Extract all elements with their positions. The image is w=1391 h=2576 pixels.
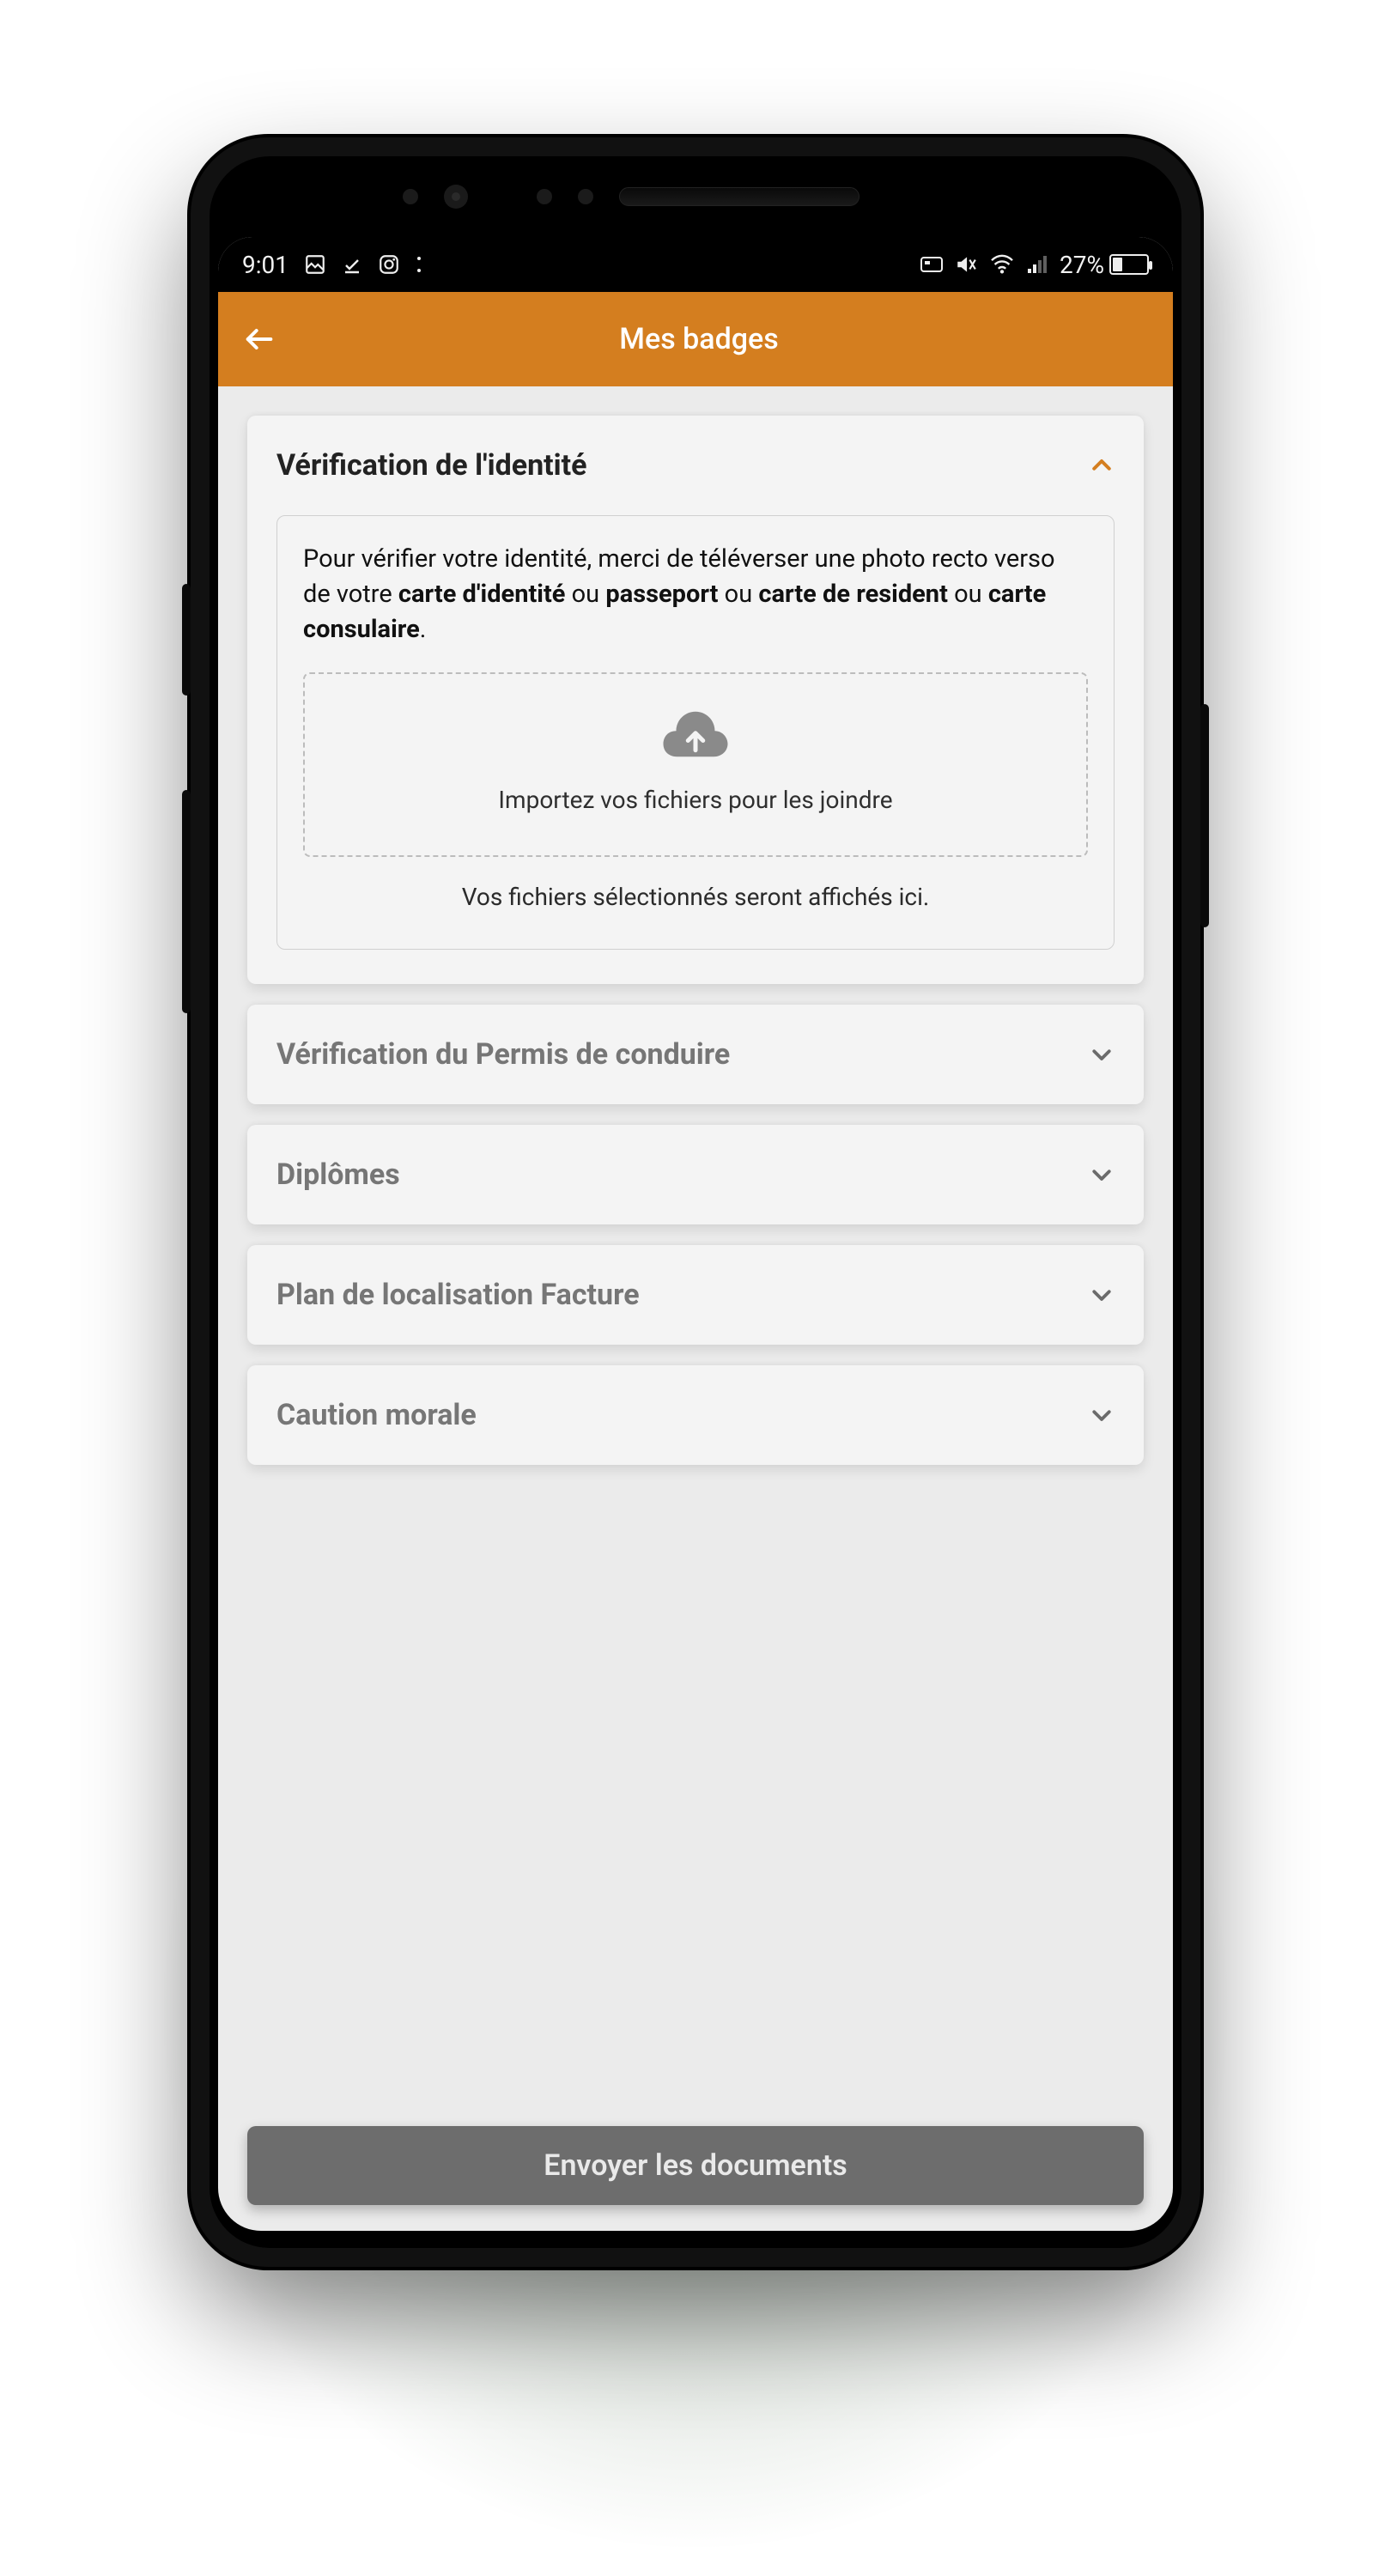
download-done-icon	[342, 254, 362, 275]
section-caution-toggle[interactable]: Caution morale	[247, 1365, 1144, 1465]
content-scroll[interactable]: Vérification de l'identité Pour vérifier…	[218, 386, 1173, 2231]
wifi-icon	[989, 254, 1015, 275]
chevron-down-icon	[1089, 1402, 1115, 1428]
chevron-down-icon	[1089, 1162, 1115, 1188]
status-bar: 9:01	[218, 237, 1173, 292]
section-permis-toggle[interactable]: Vérification du Permis de conduire	[247, 1005, 1144, 1104]
section-diplomes-title: Diplômes	[276, 1157, 400, 1192]
section-identity-toggle[interactable]: Vérification de l'identité	[247, 416, 1144, 515]
selected-files-hint: Vos fichiers sélectionnés seront affiché…	[303, 883, 1088, 911]
volume-button	[182, 584, 191, 696]
cloud-upload-icon	[661, 707, 730, 765]
section-identity-title: Vérification de l'identité	[276, 448, 587, 483]
battery-percent: 27%	[1060, 251, 1104, 279]
identity-instruction: Pour vérifier votre identité, merci de t…	[303, 542, 1088, 648]
phone-frame: 9:01	[191, 137, 1200, 2267]
chevron-down-icon	[1089, 1282, 1115, 1308]
chevron-up-icon	[1089, 453, 1115, 478]
bixby-button	[182, 790, 191, 1013]
app-bar: Mes badges	[218, 292, 1173, 386]
section-diplomes: Diplômes	[247, 1125, 1144, 1224]
section-permis-title: Vérification du Permis de conduire	[276, 1037, 730, 1072]
submit-documents-button[interactable]: Envoyer les documents	[247, 2126, 1144, 2205]
section-permis: Vérification du Permis de conduire	[247, 1005, 1144, 1104]
identity-info-box: Pour vérifier votre identité, merci de t…	[276, 515, 1115, 950]
section-identity: Vérification de l'identité Pour vérifier…	[247, 416, 1144, 984]
section-plan-title: Plan de localisation Facture	[276, 1278, 640, 1312]
status-time: 9:01	[242, 251, 289, 279]
section-diplomes-toggle[interactable]: Diplômes	[247, 1125, 1144, 1224]
battery-indicator: 27%	[1060, 251, 1149, 279]
identity-upload-dropzone[interactable]: Importez vos fichiers pour les joindre	[303, 672, 1088, 857]
more-notifications-icon	[416, 256, 422, 273]
signal-icon	[1027, 255, 1048, 274]
phone-sensors	[210, 156, 1181, 237]
chevron-down-icon	[1089, 1042, 1115, 1067]
card-icon	[920, 255, 943, 274]
mute-icon	[955, 253, 977, 276]
dropzone-hint: Importez vos fichiers pour les joindre	[498, 786, 892, 814]
section-caution-title: Caution morale	[276, 1398, 477, 1432]
section-plan: Plan de localisation Facture	[247, 1245, 1144, 1345]
power-button	[1200, 704, 1209, 927]
section-plan-toggle[interactable]: Plan de localisation Facture	[247, 1245, 1144, 1345]
page-title: Mes badges	[249, 322, 1149, 356]
section-caution: Caution morale	[247, 1365, 1144, 1465]
image-icon	[304, 253, 326, 276]
instagram-icon	[378, 253, 400, 276]
